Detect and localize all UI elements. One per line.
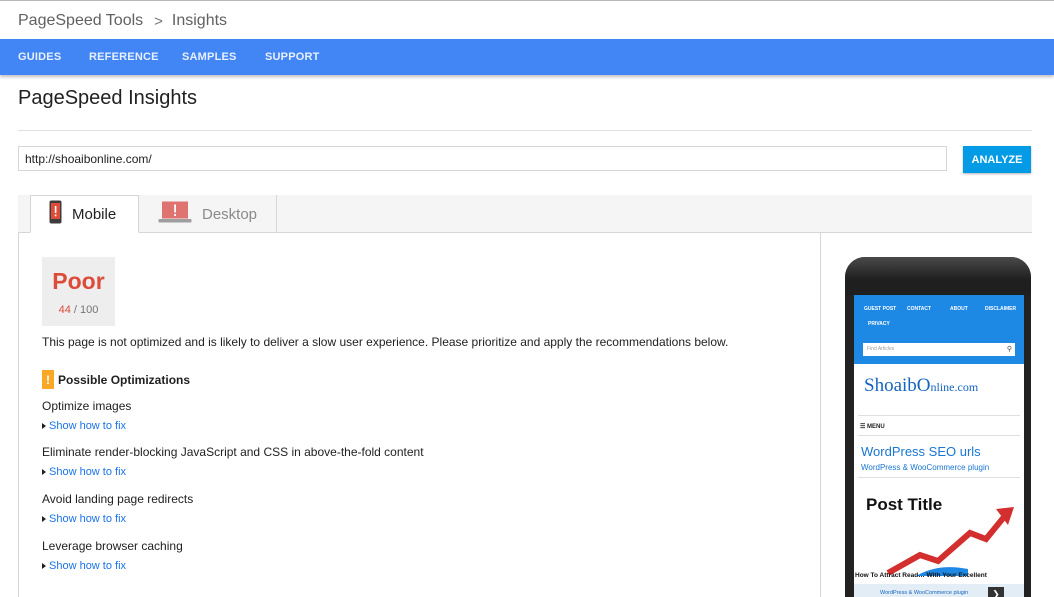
preview-logo-o: O [916,375,931,396]
expand-arrow-icon [42,563,46,569]
expand-arrow-icon [42,423,46,429]
nav-samples[interactable]: SAMPLES [182,51,237,63]
rule-item: Optimize images Show how to fix [42,399,131,432]
preview-menu-label: MENU [867,424,885,430]
search-icon: ⚲ [1006,346,1012,353]
breadcrumb-separator: > [154,12,163,30]
preview-nav-item: CONTACT [907,306,932,312]
nav-guides[interactable]: GUIDES [18,51,61,63]
rule-title: Eliminate render-blocking JavaScript and… [42,445,424,459]
show-how-to-fix-link[interactable]: Show how to fix [42,560,183,572]
preview-nav-item: ABOUT [950,306,968,312]
phone-screenshot: GUEST POST CONTACT ABOUT DISCLAIMER PRIV… [854,295,1024,597]
rule-item: Avoid landing page redirects Show how to… [42,492,193,525]
score-max: / 100 [73,304,99,316]
preview-nav-item: GUEST POST [864,306,897,312]
preview-divider [858,477,1020,478]
rule-item: Eliminate render-blocking JavaScript and… [42,445,424,478]
results-panel: Poor 44 / 100 This page is not optimized… [18,233,821,597]
mobile-phone-icon [49,200,62,228]
breadcrumb-current[interactable]: Insights [172,12,227,30]
preview-menu: ☰ MENU [860,424,885,430]
preview-search-input: Find Articles ⚲ [863,343,1015,356]
rule-title: Leverage browser caching [42,539,183,553]
expand-arrow-icon [42,516,46,522]
preview-post-caption: How To Attract Read… With Your Excellent [855,572,987,579]
preview-nav-item: DISCLAIMER [985,306,1017,312]
preview-search-placeholder: Find Articles [867,346,895,352]
expand-arrow-icon [42,469,46,475]
preview-card-subtitle: WordPress & WooCommerce plugin [861,463,990,472]
nav-support[interactable]: SUPPORT [265,51,320,63]
title-divider [18,130,1032,131]
breadcrumb: PageSpeed Tools > Insights [18,12,227,30]
score-number: 44 [58,304,71,316]
show-how-to-fix-link[interactable]: Show how to fix [42,420,131,432]
page-title: PageSpeed Insights [18,87,198,109]
score-label: Poor [52,268,105,294]
show-how-to-fix-label: Show how to fix [49,560,127,572]
preview-divider [858,415,1020,416]
phone-bezel [845,257,1031,295]
phone-frame: GUEST POST CONTACT ABOUT DISCLAIMER PRIV… [845,257,1031,597]
score-badge: Poor 44 / 100 [42,257,115,326]
mobile-preview-panel: GUEST POST CONTACT ABOUT DISCLAIMER PRIV… [821,233,1054,597]
show-how-to-fix-label: Show how to fix [49,513,127,525]
tab-mobile-label: Mobile [72,205,117,223]
rule-item: Leverage browser caching Show how to fix [42,539,183,572]
trend-arrow-graphic [886,507,1014,576]
preview-search-bar: Find Articles ⚲ [854,333,1024,364]
score-summary: This page is not optimized and is likely… [42,335,729,349]
warning-icon: ! [42,370,54,389]
preview-post-image: Post Title [858,481,1020,576]
show-how-to-fix-label: Show how to fix [49,466,127,478]
show-how-to-fix-link[interactable]: Show how to fix [42,466,424,478]
preview-card-title: WordPress SEO urls [861,444,981,459]
preview-divider [858,435,1020,436]
preview-nav: GUEST POST CONTACT ABOUT DISCLAIMER PRIV… [854,295,1024,333]
preview-nav-item: PRIVACY [868,321,890,327]
top-nav-bar: GUIDES REFERENCE SAMPLES SUPPORT [0,39,1054,75]
tab-desktop[interactable]: Desktop [139,195,277,233]
rule-title: Optimize images [42,399,132,413]
url-input[interactable] [18,146,947,171]
top-border [0,0,1054,3]
preview-logo-main: Shoaib [864,375,917,396]
preview-ad-banner: WordPress & WooCommerce plugin ❯ [854,584,1024,597]
breadcrumb-root[interactable]: PageSpeed Tools [18,12,143,30]
show-how-to-fix-link[interactable]: Show how to fix [42,513,193,525]
device-tabs: Mobile Desktop [18,195,1032,233]
preview-ad-text: WordPress & WooCommerce plugin [880,590,969,596]
rule-title: Avoid landing page redirects [42,492,194,506]
optimizations-heading: ! Possible Optimizations [42,370,190,389]
preview-site-logo: ShoaibOnline.com [864,375,978,397]
preview-logo-rest: nline.com [930,380,979,394]
analyze-button[interactable]: ANALYZE [963,146,1031,173]
optimizations-heading-label: Possible Optimizations [58,372,191,387]
desktop-laptop-icon [158,201,192,227]
tab-mobile[interactable]: Mobile [30,195,139,233]
show-how-to-fix-label: Show how to fix [49,420,127,432]
chevron-right-icon: ❯ [988,587,1004,597]
nav-reference[interactable]: REFERENCE [89,51,159,63]
score-value: 44 / 100 [42,304,115,316]
tab-desktop-label: Desktop [202,205,258,223]
